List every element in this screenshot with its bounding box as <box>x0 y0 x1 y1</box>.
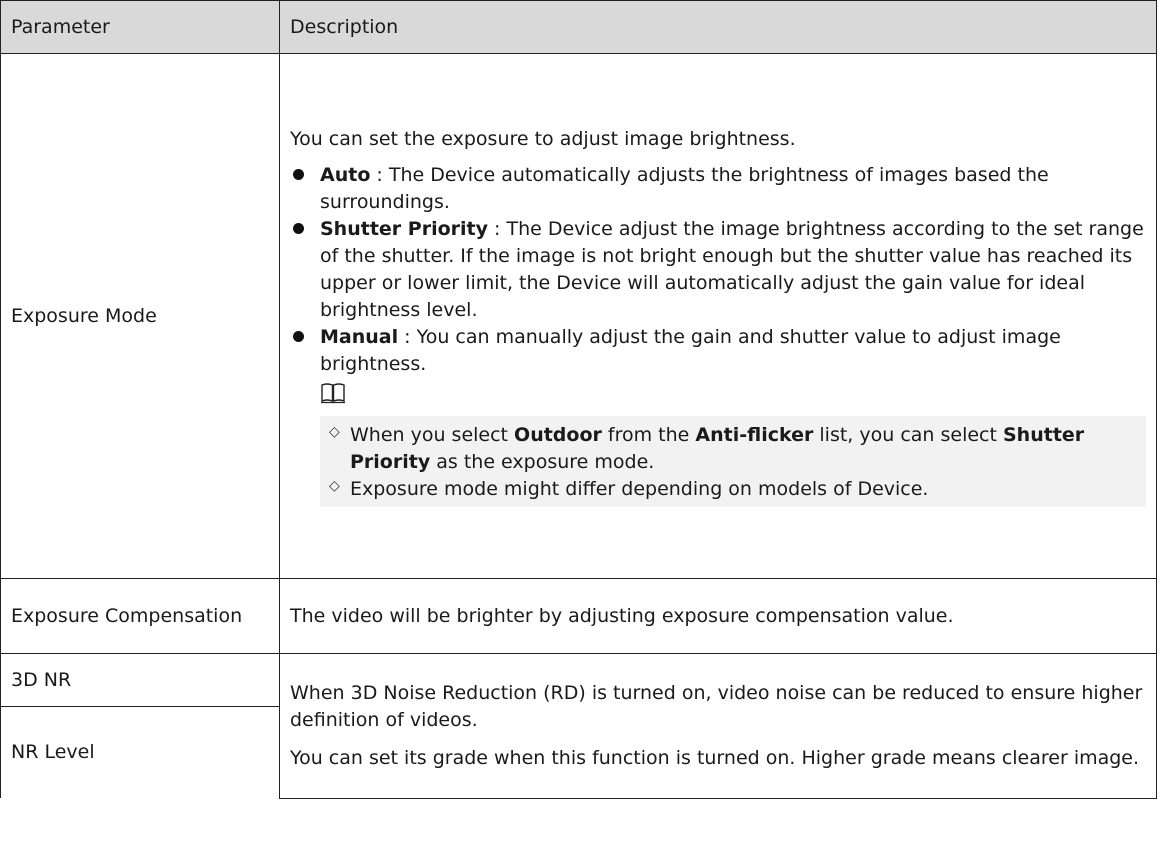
desc-paragraph: You can set its grade when this function… <box>290 746 1140 769</box>
note-text: from the <box>601 423 696 446</box>
option-text: : You can manually adjust the gain and s… <box>320 325 1061 375</box>
list-item: ◇ Exposure mode might differ depending o… <box>320 476 1146 503</box>
exposure-options-list: Auto : The Device automatically adjusts … <box>290 162 1146 378</box>
header-description: Description <box>279 0 1157 54</box>
option-term: Auto <box>320 163 371 186</box>
note-text: Exposure mode might differ depending on … <box>350 477 929 500</box>
book-note-icon <box>321 382 345 403</box>
list-item: Auto : The Device automatically adjusts … <box>290 162 1146 216</box>
param-nr-level: NR Level <box>0 706 280 798</box>
option-term: Manual <box>320 325 399 348</box>
notes-list: ◇ When you select Outdoor from the Anti-… <box>320 422 1146 503</box>
note-icon-row <box>290 378 1146 408</box>
bullet-icon <box>293 168 304 180</box>
note-text: list, you can select <box>813 423 1003 446</box>
note-term: Outdoor <box>514 423 602 446</box>
table-row: 3D NR When 3D Noise Reduction (RD) is tu… <box>0 653 1157 799</box>
table-row: Exposure Compensation The video will be … <box>0 578 1157 654</box>
table-row: Exposure Mode You can set the exposure t… <box>0 53 1157 579</box>
table-header-row: Parameter Description <box>0 0 1157 54</box>
param-exposure-compensation: Exposure Compensation <box>0 578 280 654</box>
option-text: : The Device automatically adjusts the b… <box>320 163 1049 213</box>
note-box: ◇ When you select Outdoor from the Anti-… <box>320 415 1146 507</box>
parameter-table: Parameter Description Exposure Mode You … <box>0 0 1157 799</box>
option-term: Shutter Priority <box>320 217 488 240</box>
bullet-icon <box>293 330 304 342</box>
bullet-icon <box>293 222 304 234</box>
exposure-intro: You can set the exposure to adjust image… <box>290 127 796 150</box>
desc-exposure-mode: You can set the exposure to adjust image… <box>279 53 1157 579</box>
desc-exposure-compensation: The video will be brighter by adjusting … <box>279 578 1157 654</box>
list-item: Manual : You can manually adjust the gai… <box>290 324 1146 378</box>
note-text: as the exposure mode. <box>430 450 655 473</box>
desc-paragraph: When 3D Noise Reduction (RD) is turned o… <box>290 681 1143 731</box>
desc-noise-reduction: When 3D Noise Reduction (RD) is turned o… <box>279 653 1157 799</box>
param-exposure-mode: Exposure Mode <box>0 53 280 579</box>
note-text: When you select <box>350 423 515 446</box>
list-item: Shutter Priority : The Device adjust the… <box>290 216 1146 324</box>
note-term: Anti-flicker <box>695 423 814 446</box>
list-item: ◇ When you select Outdoor from the Anti-… <box>320 422 1146 476</box>
header-parameter: Parameter <box>0 0 280 54</box>
diamond-bullet-icon: ◇ <box>329 423 340 440</box>
diamond-bullet-icon: ◇ <box>329 477 340 494</box>
param-3d-nr: 3D NR <box>0 653 280 707</box>
